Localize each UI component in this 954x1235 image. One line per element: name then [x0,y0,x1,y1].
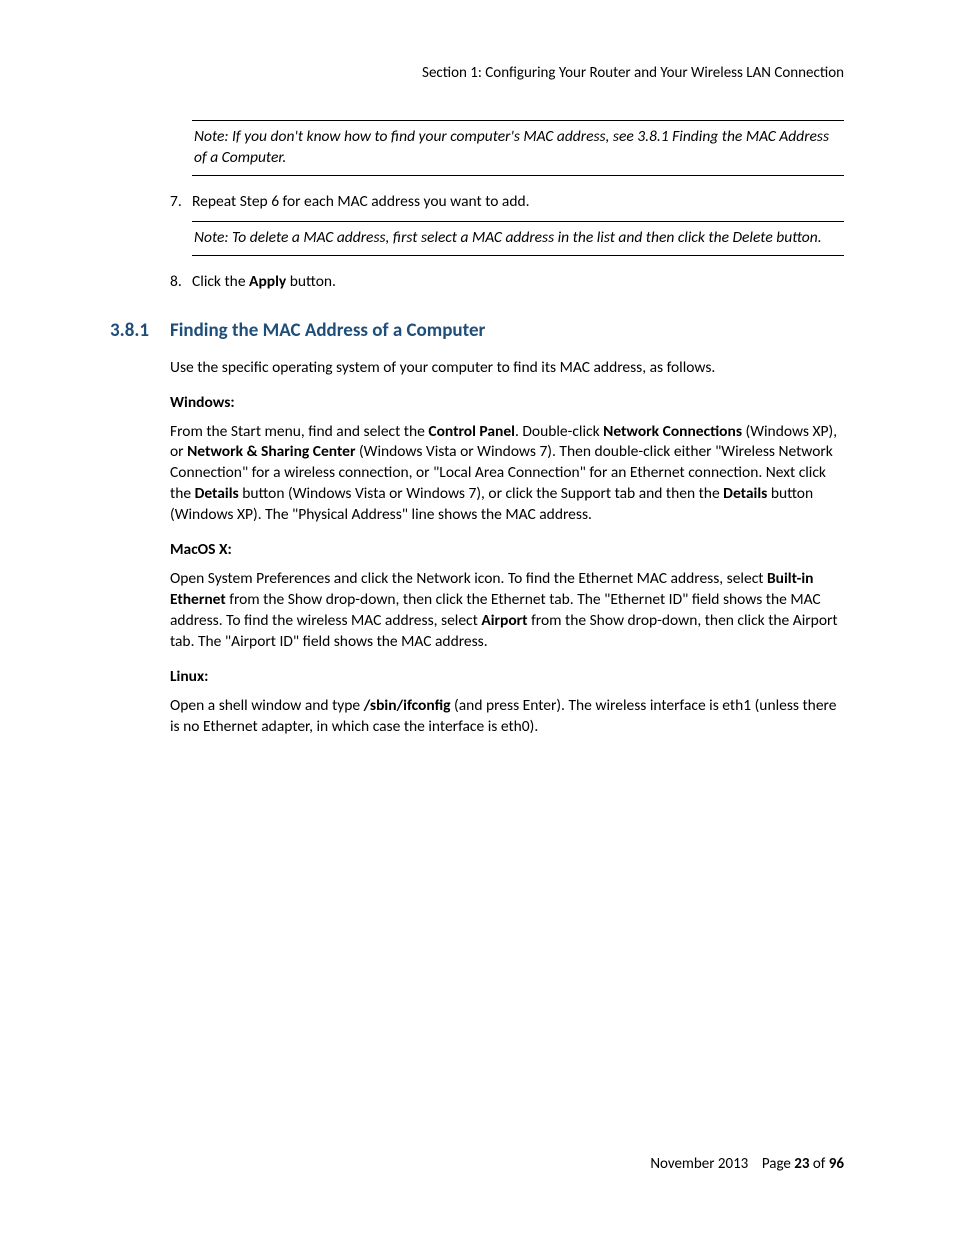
footer-page-current: 23 [794,1155,809,1173]
details-label: Details [723,484,767,503]
windows-subhead: Windows: [170,393,844,412]
control-panel-label: Control Panel [428,422,515,441]
linux-subhead: Linux: [170,667,844,686]
note-box-delete-mac: Note: To delete a MAC address, first sel… [192,221,844,256]
page-footer: November 2013 Page 23 of 96 [650,1155,844,1173]
list-number: 7. [170,192,192,213]
details-label: Details [195,484,239,503]
intro-paragraph: Use the specific operating system of you… [170,358,844,379]
text: From the Start menu, find and select the [170,422,428,441]
windows-paragraph: From the Start menu, find and select the… [170,422,844,527]
list-text: Click the Apply button. [192,272,844,293]
list-text: Repeat Step 6 for each MAC address you w… [192,192,844,213]
heading-number: 3.8.1 [110,319,170,342]
network-connections-label: Network Connections [603,422,742,441]
apply-label: Apply [249,272,286,291]
ifconfig-label: /sbin/ifconfig [364,696,451,715]
footer-page-pre: Page [762,1155,794,1173]
list-number: 8. [170,272,192,293]
macos-subhead: MacOS X: [170,540,844,559]
section-heading: 3.8.1 Finding the MAC Address of a Compu… [110,319,844,342]
linux-paragraph: Open a shell window and type /sbin/ifcon… [170,696,844,738]
text: button (Windows Vista or Windows 7), or … [239,484,723,503]
airport-label: Airport [481,611,527,630]
text: . Double-click [515,422,603,441]
text: Open a shell window and type [170,696,364,715]
page-header-section: Section 1: Configuring Your Router and Y… [350,64,844,82]
text: button. [286,272,336,291]
note-box-find-mac: Note: If you don't know how to find your… [192,120,844,176]
list-item-7: 7. Repeat Step 6 for each MAC address yo… [170,192,844,213]
footer-page-total: 96 [829,1155,844,1173]
heading-title: Finding the MAC Address of a Computer [170,319,485,342]
text: Open System Preferences and click the Ne… [170,569,767,588]
text: Click the [192,272,249,291]
footer-date: November 2013 [650,1155,748,1173]
list-item-8: 8. Click the Apply button. [170,272,844,293]
network-sharing-center-label: Network & Sharing Center [187,442,355,461]
macos-paragraph: Open System Preferences and click the Ne… [170,569,844,653]
footer-page-of: of [810,1155,829,1173]
